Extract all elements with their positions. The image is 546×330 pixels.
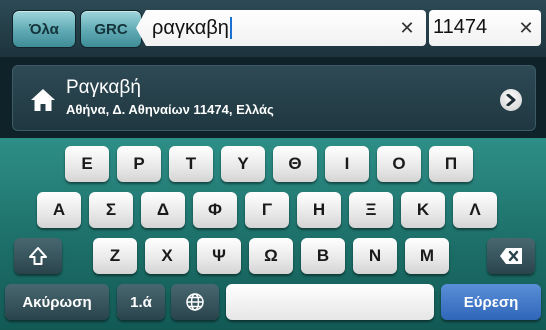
postal-code-text: 11474 [433, 16, 488, 38]
search-button[interactable]: Εύρεση [441, 284, 541, 320]
key-theta[interactable]: Θ [273, 146, 317, 182]
key-beta[interactable]: Β [301, 238, 345, 274]
key-phi[interactable]: Φ [193, 192, 237, 228]
key-xi[interactable]: Ξ [349, 192, 393, 228]
shift-icon[interactable] [14, 238, 62, 274]
key-omega[interactable]: Ω [249, 238, 293, 274]
key-rho[interactable]: Ρ [117, 146, 161, 182]
globe-icon[interactable] [171, 284, 219, 320]
result-address: Αθήνα, Δ. Αθηναίων 11474, Ελλάς [66, 102, 274, 117]
street-search-input[interactable]: ραγκαβη ✕ [136, 10, 426, 46]
postal-code-input[interactable]: 11474 ✕ [429, 10, 541, 46]
symbols-key[interactable]: 1.ά [117, 284, 165, 320]
chevron-right-icon[interactable] [500, 89, 522, 111]
key-delta[interactable]: Δ [141, 192, 185, 228]
clear-postal-code-icon[interactable]: ✕ [517, 19, 535, 37]
all-tab-button[interactable]: Όλα [12, 10, 76, 48]
key-pi[interactable]: Π [429, 146, 473, 182]
country-tab-button[interactable]: GRC [80, 10, 142, 48]
key-iota[interactable]: Ι [325, 146, 369, 182]
key-lambda[interactable]: Λ [453, 192, 497, 228]
key-gamma[interactable]: Γ [245, 192, 289, 228]
key-tau[interactable]: Τ [169, 146, 213, 182]
key-nu[interactable]: Ν [353, 238, 397, 274]
onscreen-keyboard: Ε Ρ Τ Υ Θ Ι Ο Π Α Σ Δ Φ Γ Η Ξ Κ Λ Ζ Χ Ψ … [0, 138, 546, 330]
search-input-text: ραγκαβη [152, 16, 229, 39]
key-kappa[interactable]: Κ [401, 192, 445, 228]
key-chi[interactable]: Χ [145, 238, 189, 274]
key-epsilon[interactable]: Ε [65, 146, 109, 182]
cancel-button[interactable]: Ακύρωση [5, 284, 109, 320]
results-list: Ραγκαβή Αθήνα, Δ. Αθηναίων 11474, Ελλάς [0, 57, 546, 138]
key-sigma[interactable]: Σ [89, 192, 133, 228]
key-omicron[interactable]: Ο [377, 146, 421, 182]
key-upsilon[interactable]: Υ [221, 146, 265, 182]
text-cursor [229, 17, 232, 39]
key-mu[interactable]: Μ [405, 238, 449, 274]
backspace-icon[interactable] [487, 238, 535, 274]
space-key[interactable] [226, 284, 434, 320]
result-item[interactable]: Ραγκαβή Αθήνα, Δ. Αθηναίων 11474, Ελλάς [12, 65, 536, 131]
navigation-search-screen: Όλα GRC ραγκαβη ✕ 11474 ✕ Ραγκαβή Αθήνα,… [0, 0, 546, 330]
key-zeta[interactable]: Ζ [93, 238, 137, 274]
key-psi[interactable]: Ψ [197, 238, 241, 274]
search-bar: Όλα GRC ραγκαβη ✕ 11474 ✕ [0, 0, 546, 57]
result-title: Ραγκαβή [66, 77, 141, 98]
key-eta[interactable]: Η [297, 192, 341, 228]
home-icon [31, 89, 55, 111]
key-alpha[interactable]: Α [37, 192, 81, 228]
clear-search-icon[interactable]: ✕ [398, 19, 416, 37]
